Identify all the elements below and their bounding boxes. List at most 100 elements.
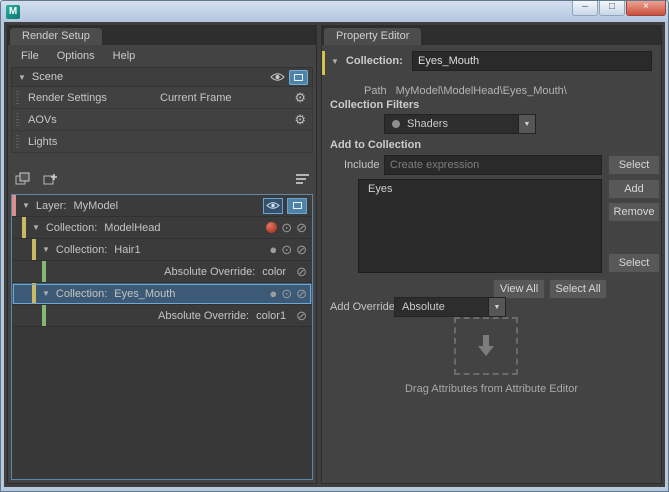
collection-name: ModelHead xyxy=(104,221,161,234)
collection-label: Collection: xyxy=(55,243,108,256)
tree-row-eyes-mouth[interactable]: ▼ Collection: Eyes_Mouth ● ⊙ ⊘ xyxy=(12,283,312,305)
view-all-button[interactable]: View All xyxy=(493,279,545,299)
tree-row-override-color1[interactable]: Absolute Override: color1 ⊘ xyxy=(12,305,312,327)
override-name: color1 xyxy=(256,309,287,322)
path-label: Path xyxy=(364,85,387,97)
scene-header-icons xyxy=(270,69,308,85)
override-name: color xyxy=(262,265,287,278)
lights-label: Lights xyxy=(28,135,58,148)
modelhead-row-icons: ⊙ ⊘ xyxy=(266,220,312,236)
filter-icon[interactable] xyxy=(296,174,309,184)
layer-name: MyModel xyxy=(73,199,119,212)
row-lights[interactable]: Lights xyxy=(11,131,313,153)
tree-row-override-color[interactable]: Absolute Override: color ⊘ xyxy=(12,261,312,283)
isolate-icon[interactable]: ⊙ xyxy=(281,242,292,258)
include-expression-input[interactable] xyxy=(384,155,602,175)
enabled-dot-icon[interactable]: ● xyxy=(269,242,277,257)
titlebar[interactable]: M – □ × xyxy=(1,1,668,22)
hair1-row-icons: ● ⊙ ⊘ xyxy=(269,242,312,258)
drop-arrow-icon xyxy=(478,335,494,356)
menu-help[interactable]: Help xyxy=(104,50,145,62)
shaders-dropdown-value: Shaders xyxy=(407,118,448,130)
select-all-button[interactable]: Select All xyxy=(549,279,607,299)
collection-label: Collection: xyxy=(345,55,403,67)
override-label: Absolute Override: xyxy=(164,265,256,278)
isolate-icon[interactable]: ⊙ xyxy=(281,286,292,302)
layer-row-icons xyxy=(263,197,312,214)
render-setup-body: File Options Help ▼ Scene Render Setting… xyxy=(8,45,316,483)
minimize-button[interactable]: – xyxy=(572,1,598,16)
shader-ball-icon[interactable] xyxy=(266,222,278,233)
drop-hint-text: Drag Attributes from Attribute Editor xyxy=(404,383,579,395)
disable-icon[interactable]: ⊘ xyxy=(296,220,307,236)
menubar: File Options Help xyxy=(8,45,316,67)
window-controls: – □ × xyxy=(572,1,666,16)
override-label: Absolute Override: xyxy=(158,309,250,322)
disable-icon[interactable]: ⊘ xyxy=(296,308,307,324)
gear-icon[interactable]: ⚙ xyxy=(294,90,306,106)
chevron-down-icon[interactable]: ▼ xyxy=(42,245,50,254)
include-listbox[interactable]: Eyes xyxy=(358,179,602,273)
chevron-down-icon[interactable]: ▼ xyxy=(331,57,339,66)
collection-name-input[interactable] xyxy=(412,51,652,71)
filter-dot-icon xyxy=(392,120,400,128)
layer-color-stripe xyxy=(12,195,16,216)
renderable-toggle-icon[interactable] xyxy=(287,197,307,214)
layer-tree[interactable]: ▼ Layer: MyModel ▼ Collection: ModelHead… xyxy=(11,194,313,480)
enabled-dot-icon[interactable]: ● xyxy=(269,286,277,301)
menu-file[interactable]: File xyxy=(12,50,48,62)
maya-icon[interactable]: M xyxy=(6,4,20,19)
render-setup-panel: Render Setup File Options Help ▼ Scene R… xyxy=(7,25,317,484)
override-color-stripe xyxy=(42,305,46,326)
gear-icon[interactable]: ⚙ xyxy=(294,112,306,128)
override-color-stripe xyxy=(42,261,46,282)
eyes-mouth-row-icons: ● ⊙ ⊘ xyxy=(269,286,312,302)
tree-row-hair1[interactable]: ▼ Collection: Hair1 ● ⊙ ⊘ xyxy=(12,239,312,261)
create-layer-icon[interactable] xyxy=(15,172,31,186)
include-label: Include xyxy=(344,159,380,171)
add-override-dropdown[interactable]: Absolute ▼ xyxy=(394,297,506,317)
chevron-down-icon[interactable]: ▼ xyxy=(22,201,30,210)
collection-header: ▼ Collection: xyxy=(331,55,403,67)
tab-property-editor[interactable]: Property Editor xyxy=(324,28,422,45)
chevron-down-icon[interactable]: ▼ xyxy=(42,289,50,298)
layer-toolbar xyxy=(15,168,309,190)
chevron-down-icon[interactable]: ▼ xyxy=(18,73,26,82)
scene-header[interactable]: ▼ Scene xyxy=(11,67,313,87)
menu-options[interactable]: Options xyxy=(48,50,104,62)
isolate-icon[interactable]: ⊙ xyxy=(281,220,292,236)
dropdown-arrow-icon[interactable]: ▼ xyxy=(488,298,505,316)
attribute-drop-zone[interactable] xyxy=(454,317,518,375)
scene-title: Scene xyxy=(31,71,64,83)
row-aovs[interactable]: AOVs ⚙ xyxy=(11,109,313,131)
collection-name: Hair1 xyxy=(114,243,141,256)
disable-icon[interactable]: ⊘ xyxy=(296,242,307,258)
eye-icon[interactable] xyxy=(270,72,285,82)
row-render-settings[interactable]: Render Settings Current Frame ⚙ xyxy=(11,87,313,109)
add-to-collection-label: Add to Collection xyxy=(330,139,422,151)
remove-button[interactable]: Remove xyxy=(608,202,660,222)
maximize-button[interactable]: □ xyxy=(599,1,625,16)
tree-row-layer[interactable]: ▼ Layer: MyModel xyxy=(12,195,312,217)
window-content: Render Setup File Options Help ▼ Scene R… xyxy=(4,22,665,487)
collection-color-stripe xyxy=(32,283,36,304)
close-button[interactable]: × xyxy=(626,1,666,16)
create-collection-icon[interactable] xyxy=(43,172,59,186)
disable-icon[interactable]: ⊘ xyxy=(296,264,307,280)
dropdown-arrow-icon[interactable]: ▼ xyxy=(518,115,535,133)
select-expression-button[interactable]: Select xyxy=(608,155,660,175)
scene-section: ▼ Scene Render Settings Current Frame ⚙ … xyxy=(11,67,313,153)
list-item-eyes[interactable]: Eyes xyxy=(359,180,601,198)
override-row-icons: ⊘ xyxy=(296,264,312,280)
renderable-toggle-icon[interactable] xyxy=(289,69,308,85)
aovs-label: AOVs xyxy=(28,113,57,126)
collection-accent-bar xyxy=(322,51,325,75)
disable-icon[interactable]: ⊘ xyxy=(296,286,307,302)
visibility-toggle-icon[interactable] xyxy=(263,197,283,214)
select-members-button[interactable]: Select xyxy=(608,253,660,273)
chevron-down-icon[interactable]: ▼ xyxy=(32,223,40,232)
tab-render-setup[interactable]: Render Setup xyxy=(10,28,102,45)
shaders-dropdown[interactable]: Shaders ▼ xyxy=(384,114,536,134)
tree-row-modelhead[interactable]: ▼ Collection: ModelHead ⊙ ⊘ xyxy=(12,217,312,239)
add-button[interactable]: Add xyxy=(608,179,660,199)
